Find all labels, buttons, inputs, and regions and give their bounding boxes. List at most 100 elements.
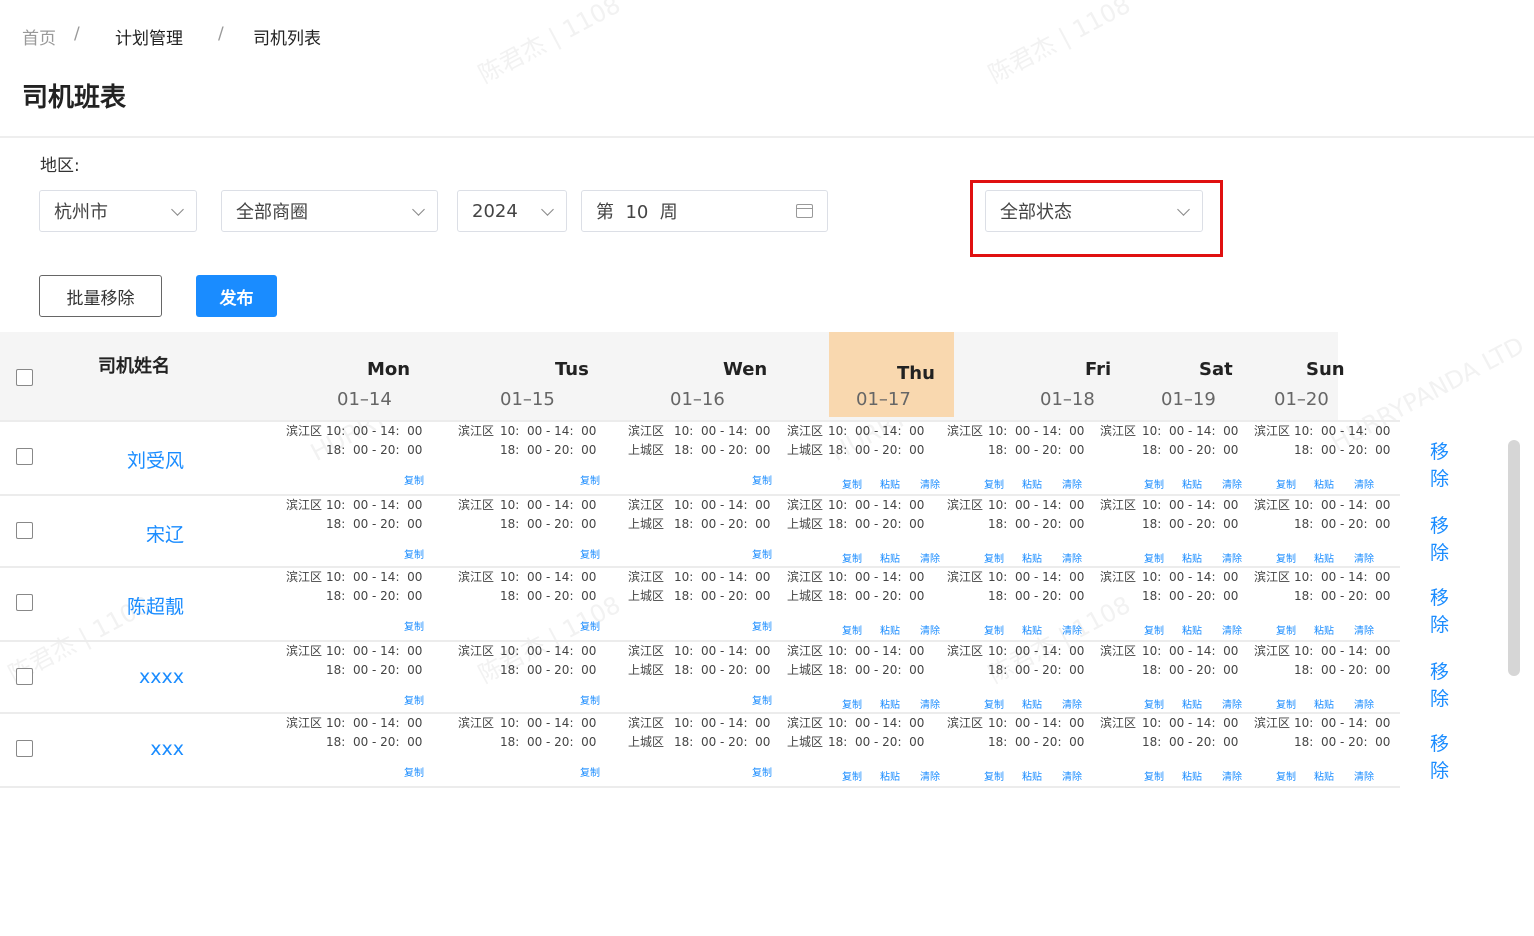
copy-link[interactable]: 复制	[842, 476, 862, 491]
row-checkbox[interactable]	[16, 522, 33, 539]
schedule-cell[interactable]: 滨江区	[947, 642, 983, 661]
schedule-cell[interactable]: 滨江区	[1100, 422, 1136, 441]
schedule-cell[interactable]: 滨江区	[286, 568, 322, 587]
remove-link[interactable]: 移除	[1430, 511, 1449, 565]
clear-link[interactable]: 清除	[920, 768, 940, 783]
copy-link[interactable]: 复制	[752, 764, 772, 779]
row-checkbox[interactable]	[16, 594, 33, 611]
remove-link[interactable]: 移除	[1430, 583, 1449, 637]
copy-link[interactable]: 复制	[842, 768, 862, 783]
schedule-cell[interactable]: 滨江区	[458, 422, 494, 441]
remove-link[interactable]: 移除	[1430, 657, 1449, 711]
clear-link[interactable]: 清除	[1222, 622, 1242, 637]
row-checkbox[interactable]	[16, 668, 33, 685]
copy-link[interactable]: 复制	[752, 472, 772, 487]
schedule-cell[interactable]: 滨江区 上城区	[787, 496, 823, 534]
remove-link[interactable]: 移除	[1430, 437, 1449, 491]
clear-link[interactable]: 清除	[1222, 696, 1242, 711]
copy-link[interactable]: 复制	[580, 764, 600, 779]
schedule-cell[interactable]: 滨江区 上城区	[787, 422, 823, 460]
row-checkbox[interactable]	[16, 448, 33, 465]
clear-link[interactable]: 清除	[1354, 476, 1374, 491]
paste-link[interactable]: 粘贴	[1022, 476, 1042, 491]
year-select[interactable]: 2024	[457, 190, 567, 232]
copy-link[interactable]: 复制	[842, 622, 862, 637]
schedule-cell[interactable]: 滨江区	[458, 496, 494, 515]
schedule-cell[interactable]: 滨江区 上城区	[787, 568, 823, 606]
schedule-cell[interactable]: 滨江区	[458, 568, 494, 587]
clear-link[interactable]: 清除	[1062, 696, 1082, 711]
breadcrumb-plan[interactable]: 计划管理	[115, 24, 183, 49]
schedule-cell[interactable]: 滨江区 上城区	[787, 642, 823, 680]
schedule-cell[interactable]: 滨江区	[458, 714, 494, 733]
breadcrumb-home[interactable]: 首页	[22, 24, 56, 49]
batch-remove-button[interactable]: 批量移除	[39, 275, 162, 317]
scrollbar[interactable]	[1508, 440, 1520, 676]
copy-link[interactable]: 复制	[984, 768, 1004, 783]
schedule-cell[interactable]: 滨江区	[947, 714, 983, 733]
paste-link[interactable]: 粘贴	[1022, 768, 1042, 783]
schedule-cell[interactable]: 滨江区	[458, 642, 494, 661]
copy-link[interactable]: 复制	[842, 696, 862, 711]
paste-link[interactable]: 粘贴	[880, 550, 900, 565]
paste-link[interactable]: 粘贴	[1314, 696, 1334, 711]
schedule-cell[interactable]: 滨江区	[1254, 422, 1290, 441]
driver-name-link[interactable]: xxx	[150, 738, 184, 760]
copy-link[interactable]: 复制	[1144, 768, 1164, 783]
schedule-cell[interactable]: 滨江区	[1254, 568, 1290, 587]
schedule-cell[interactable]: 滨江区 上城区	[628, 642, 664, 680]
copy-link[interactable]: 复制	[404, 764, 424, 779]
paste-link[interactable]: 粘贴	[1314, 550, 1334, 565]
schedule-cell[interactable]: 滨江区	[1254, 496, 1290, 515]
copy-link[interactable]: 复制	[1144, 696, 1164, 711]
driver-name-link[interactable]: 陈超靓	[127, 592, 184, 619]
clear-link[interactable]: 清除	[1354, 696, 1374, 711]
paste-link[interactable]: 粘贴	[1182, 476, 1202, 491]
driver-name-link[interactable]: 刘受风	[127, 446, 184, 473]
copy-link[interactable]: 复制	[984, 622, 1004, 637]
copy-link[interactable]: 复制	[404, 618, 424, 633]
row-checkbox[interactable]	[16, 740, 33, 757]
clear-link[interactable]: 清除	[920, 622, 940, 637]
paste-link[interactable]: 粘贴	[1314, 476, 1334, 491]
copy-link[interactable]: 复制	[580, 546, 600, 561]
paste-link[interactable]: 粘贴	[1022, 550, 1042, 565]
schedule-cell[interactable]: 滨江区 上城区	[628, 496, 664, 534]
copy-link[interactable]: 复制	[580, 618, 600, 633]
publish-button[interactable]: 发布	[196, 275, 277, 317]
copy-link[interactable]: 复制	[1276, 550, 1296, 565]
remove-link[interactable]: 移除	[1430, 729, 1449, 783]
schedule-cell[interactable]: 滨江区	[1100, 642, 1136, 661]
schedule-cell[interactable]: 滨江区 上城区	[628, 422, 664, 460]
clear-link[interactable]: 清除	[1222, 550, 1242, 565]
copy-link[interactable]: 复制	[404, 546, 424, 561]
paste-link[interactable]: 粘贴	[1022, 622, 1042, 637]
clear-link[interactable]: 清除	[1062, 622, 1082, 637]
paste-link[interactable]: 粘贴	[880, 768, 900, 783]
schedule-cell[interactable]: 滨江区 上城区	[628, 568, 664, 606]
copy-link[interactable]: 复制	[1276, 476, 1296, 491]
copy-link[interactable]: 复制	[752, 546, 772, 561]
clear-link[interactable]: 清除	[1354, 550, 1374, 565]
copy-link[interactable]: 复制	[984, 550, 1004, 565]
clear-link[interactable]: 清除	[1062, 550, 1082, 565]
schedule-cell[interactable]: 滨江区	[1100, 568, 1136, 587]
copy-link[interactable]: 复制	[752, 618, 772, 633]
schedule-cell[interactable]: 滨江区	[286, 714, 322, 733]
copy-link[interactable]: 复制	[580, 472, 600, 487]
schedule-cell[interactable]: 滨江区	[947, 496, 983, 515]
schedule-cell[interactable]: 滨江区	[286, 496, 322, 515]
schedule-cell[interactable]: 滨江区 上城区	[628, 714, 664, 752]
schedule-cell[interactable]: 滨江区	[1254, 714, 1290, 733]
schedule-cell[interactable]: 滨江区	[1100, 714, 1136, 733]
district-select[interactable]: 全部商圈	[221, 190, 438, 232]
copy-link[interactable]: 复制	[404, 472, 424, 487]
paste-link[interactable]: 粘贴	[1022, 696, 1042, 711]
copy-link[interactable]: 复制	[1276, 768, 1296, 783]
copy-link[interactable]: 复制	[1144, 476, 1164, 491]
schedule-cell[interactable]: 滨江区 上城区	[787, 714, 823, 752]
week-picker[interactable]: 第 10 周	[581, 190, 828, 232]
copy-link[interactable]: 复制	[1276, 622, 1296, 637]
clear-link[interactable]: 清除	[1222, 476, 1242, 491]
clear-link[interactable]: 清除	[920, 550, 940, 565]
